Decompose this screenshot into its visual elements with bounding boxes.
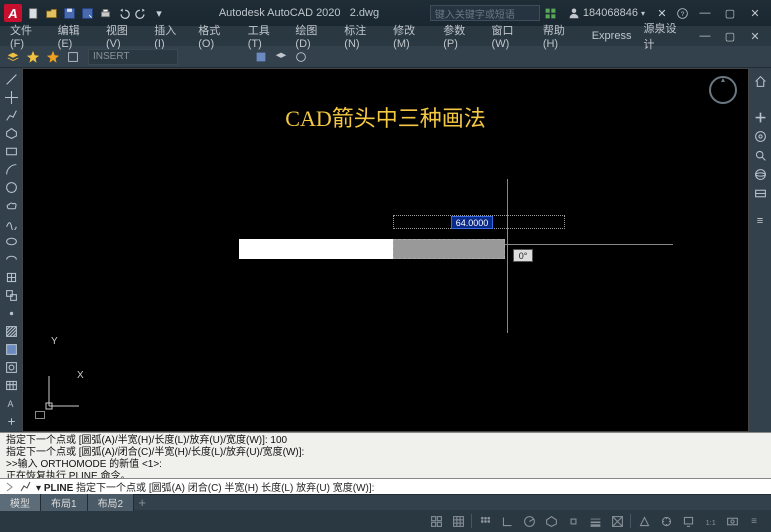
doc-maximize-button[interactable]: ▢ (718, 28, 742, 44)
menu-parametric[interactable]: 参数(P) (437, 20, 485, 52)
guide-vline (507, 179, 508, 333)
draw-toolbar: A (0, 68, 22, 432)
svg-text:?: ? (680, 10, 684, 17)
sb-model-icon[interactable] (425, 511, 447, 531)
tab-model[interactable]: 模型 (0, 494, 41, 511)
hatch-icon[interactable] (1, 322, 21, 340)
sb-grid-icon[interactable] (447, 511, 469, 531)
tab-layout1[interactable]: 布局1 (41, 494, 88, 511)
doc-close-button[interactable]: ✕ (743, 28, 767, 44)
tb-layer2-icon[interactable] (272, 48, 290, 66)
nav-wheel-icon[interactable] (750, 127, 770, 145)
menu-help[interactable]: 帮助(H) (537, 20, 586, 52)
cmd-pline-icon (20, 481, 32, 493)
revcloud-icon[interactable] (1, 196, 21, 214)
sb-units-icon[interactable]: 1:1 (699, 511, 721, 531)
point-icon[interactable] (1, 304, 21, 322)
xline-icon[interactable] (1, 88, 21, 106)
menu-insert[interactable]: 插入(I) (148, 20, 192, 52)
sb-osnap-icon[interactable] (562, 511, 584, 531)
ucs-icon: Y X (43, 372, 83, 415)
polygon-icon[interactable] (1, 124, 21, 142)
nav-expand-icon[interactable]: ≡ (750, 212, 770, 230)
menu-bar: 文件(F) 编辑(E) 视图(V) 插入(I) 格式(O) 工具(T) 绘图(D… (0, 26, 771, 46)
star2-icon[interactable] (44, 48, 62, 66)
menu-yuanquan[interactable]: 源泉设计 (637, 18, 693, 54)
pline-icon[interactable] (1, 106, 21, 124)
canvas-annotation-text: CAD箭头中三种画法 (285, 101, 485, 133)
dynamic-input-distance[interactable]: 64.0000 (451, 216, 493, 229)
sb-custom-icon[interactable]: ≡ (743, 511, 765, 531)
rectangle-icon[interactable] (1, 142, 21, 160)
svg-text:1:1: 1:1 (705, 517, 715, 526)
menu-modify[interactable]: 修改(M) (387, 20, 437, 52)
sb-polar-icon[interactable] (518, 511, 540, 531)
dynamic-input-angle: 0° (513, 249, 533, 262)
minimize-button[interactable]: — (693, 5, 717, 21)
viewcube[interactable] (708, 75, 738, 125)
table-icon[interactable] (1, 376, 21, 394)
insert-block-icon[interactable] (1, 268, 21, 286)
sb-workspace-icon[interactable] (655, 511, 677, 531)
window-title: Autodesk AutoCAD 2020 2.dwg (170, 7, 428, 19)
tb-layer1-icon[interactable] (252, 48, 270, 66)
window-controls: — ▢ ✕ (693, 5, 767, 21)
block-icon[interactable] (64, 48, 82, 66)
command-line[interactable]: ▾ PLINE 指定下一个点或 [圆弧(A) 闭合(C) 半宽(H) 长度(L)… (0, 478, 771, 494)
menu-window[interactable]: 窗口(W) (486, 20, 537, 52)
sb-ortho-icon[interactable] (496, 511, 518, 531)
addselected-icon[interactable] (1, 412, 21, 430)
sb-annoscale-icon[interactable] (633, 511, 655, 531)
status-bar: 1:1 ≡ (0, 510, 771, 532)
nav-pan-icon[interactable] (750, 108, 770, 126)
drawn-rect-gray (393, 239, 505, 259)
nav-orbit-icon[interactable] (750, 165, 770, 183)
svg-text:A: A (7, 398, 13, 408)
navbar: ≡ (749, 68, 771, 432)
nav-showmotion-icon[interactable] (750, 184, 770, 202)
drawing-canvas[interactable]: CAD箭头中三种画法 64.0000 0° Y X (22, 68, 749, 432)
menu-dimension[interactable]: 标注(N) (338, 20, 387, 52)
layer-icon[interactable] (4, 48, 22, 66)
sb-isodraft-icon[interactable] (540, 511, 562, 531)
cmd-chevron-icon (4, 481, 16, 493)
ellipse-icon[interactable] (1, 232, 21, 250)
spline-icon[interactable] (1, 214, 21, 232)
search-input[interactable]: 键入关键字或短语 (430, 5, 540, 21)
tab-add-button[interactable]: + (134, 495, 150, 510)
arc-icon[interactable] (1, 160, 21, 178)
user-account[interactable]: 184068846 ▾ (568, 7, 645, 19)
region-icon[interactable] (1, 358, 21, 376)
nav-home-icon[interactable] (750, 72, 770, 90)
make-block-icon[interactable] (1, 286, 21, 304)
insert-name-input[interactable]: INSERT (88, 49, 178, 65)
star1-icon[interactable] (24, 48, 42, 66)
doc-minimize-button[interactable]: — (693, 28, 717, 44)
tab-layout2[interactable]: 布局2 (88, 494, 135, 511)
circle-icon[interactable] (1, 178, 21, 196)
menu-express[interactable]: Express (586, 28, 638, 44)
mtext-icon[interactable]: A (1, 394, 21, 412)
menu-format[interactable]: 格式(O) (192, 20, 241, 52)
command-history[interactable]: 指定下一个点或 [圆弧(A)/半宽(H)/长度(L)/放弃(U)/宽度(W)]:… (0, 432, 771, 478)
layout-tabs: 模型 布局1 布局2 + (0, 494, 771, 510)
workspace: A CAD箭头中三种画法 64.0000 0° Y X ≡ (0, 68, 771, 432)
line-icon[interactable] (1, 70, 21, 88)
sb-transparency-icon[interactable] (606, 511, 628, 531)
tb-layer3-icon[interactable] (292, 48, 310, 66)
sb-lwt-icon[interactable] (584, 511, 606, 531)
nav-zoom-icon[interactable] (750, 146, 770, 164)
sb-snap-icon[interactable] (474, 511, 496, 531)
guide-hline (505, 244, 673, 245)
drawn-rect-white (239, 239, 393, 259)
gradient-icon[interactable] (1, 340, 21, 358)
menu-view[interactable]: 视图(V) (100, 20, 148, 52)
viewport-rect-icon (35, 411, 45, 419)
sb-qp-icon[interactable] (721, 511, 743, 531)
maximize-button[interactable]: ▢ (718, 5, 742, 21)
sb-annomonitor-icon[interactable] (677, 511, 699, 531)
close-button[interactable]: ✕ (743, 5, 767, 21)
ellipse-arc-icon[interactable] (1, 250, 21, 268)
